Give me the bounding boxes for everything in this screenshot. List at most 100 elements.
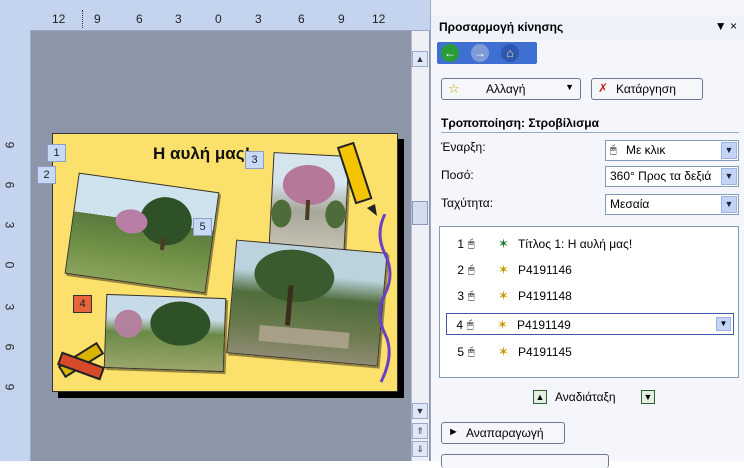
previous-slide-icon[interactable]: ⇑ bbox=[412, 423, 428, 439]
ruler-tick: 12 bbox=[372, 12, 386, 26]
pane-menu-close-icon[interactable]: ▼ × bbox=[715, 19, 737, 33]
play-icon: ► bbox=[448, 426, 459, 438]
ruler-tick: 3 bbox=[2, 303, 17, 311]
star-icon: ☆ bbox=[448, 81, 460, 96]
ruler-tick: 9 bbox=[338, 12, 345, 26]
photo-image[interactable] bbox=[226, 239, 388, 367]
scroll-thumb[interactable] bbox=[412, 201, 428, 225]
speed-label: Ταχύτητα: bbox=[441, 196, 494, 210]
star-icon: ✶ bbox=[498, 262, 509, 277]
item-number: 3 bbox=[457, 289, 464, 303]
chevron-down-icon: ▼ bbox=[721, 196, 737, 213]
remove-icon: ✗ bbox=[598, 81, 609, 95]
remove-button[interactable]: ✗ Κατάργηση bbox=[591, 78, 703, 100]
pane-top-strip bbox=[431, 0, 744, 16]
slide[interactable]: Η αυλή μας! 1 2 3 4 5 bbox=[37, 133, 398, 392]
ruler-tick: 3 bbox=[175, 12, 182, 26]
vertical-ruler: 9 6 3 0 3 6 9 bbox=[0, 30, 31, 461]
animation-tag[interactable]: 1 bbox=[47, 144, 66, 162]
scroll-down-icon[interactable]: ▼ bbox=[412, 403, 428, 419]
garden-image bbox=[114, 301, 211, 346]
animation-tag-selected[interactable]: 4 bbox=[73, 295, 92, 313]
star-icon: ✶ bbox=[497, 317, 508, 332]
ruler-tick: 6 bbox=[298, 12, 305, 26]
mouse-icon: 🖱 bbox=[467, 319, 474, 331]
chevron-down-icon: ▼ bbox=[721, 142, 737, 159]
divider bbox=[441, 132, 739, 133]
slide-show-button[interactable] bbox=[441, 454, 609, 468]
ruler-tick: 0 bbox=[215, 12, 222, 26]
item-label: Τίτλος 1: Η αυλή μας! bbox=[518, 237, 633, 251]
slide-title[interactable]: Η αυλή μας! bbox=[153, 144, 250, 164]
amount-label: Ποσό: bbox=[441, 168, 474, 182]
crayon-icon bbox=[336, 141, 377, 216]
item-label: P4191146 bbox=[518, 263, 572, 277]
remove-button-label: Κατάργηση bbox=[616, 82, 676, 96]
play-button-label: Αναπαραγωγή bbox=[466, 426, 544, 440]
photo-image[interactable] bbox=[103, 293, 227, 373]
chevron-down-icon[interactable]: ▼ bbox=[716, 317, 731, 331]
play-button[interactable]: ► Αναπαραγωγή bbox=[441, 422, 565, 444]
list-item[interactable]: 1 🖱 ✶ Τίτλος 1: Η αυλή μας! bbox=[448, 233, 734, 255]
start-select[interactable]: 🖱 Με κλικ ▼ bbox=[605, 140, 739, 161]
star-icon: ✶ bbox=[498, 236, 509, 251]
ruler-tick: 6 bbox=[136, 12, 143, 26]
amount-select[interactable]: 360° Προς τα δεξιά ▼ bbox=[605, 166, 739, 187]
item-label: P4191148 bbox=[518, 289, 572, 303]
list-item[interactable]: 2 🖱 ✶ P4191146 bbox=[448, 259, 734, 281]
ruler-tick: 12 bbox=[52, 12, 66, 26]
start-label: Έναρξη: bbox=[441, 140, 486, 154]
amount-select-value: 360° Προς τα δεξιά bbox=[610, 169, 712, 183]
change-effect-button[interactable]: ☆ Αλλαγή ▼ bbox=[441, 78, 581, 100]
mouse-icon: 🖱 bbox=[468, 264, 475, 276]
speed-select[interactable]: Μεσαία ▼ bbox=[605, 194, 739, 215]
mouse-icon: 🖱 bbox=[468, 290, 475, 302]
modify-heading: Τροποποίηση: Στροβίλισμα bbox=[441, 116, 600, 130]
home-icon[interactable]: ⌂ bbox=[501, 44, 519, 62]
back-icon[interactable]: ← bbox=[441, 44, 459, 62]
mouse-icon: 🖱 bbox=[468, 238, 475, 250]
move-up-icon[interactable]: ▲ bbox=[533, 390, 547, 404]
mouse-icon: 🖱 bbox=[610, 144, 617, 156]
forward-icon[interactable]: → bbox=[471, 44, 489, 62]
vertical-scrollbar[interactable]: ▲ ▼ ⇑ ⇓ bbox=[411, 31, 429, 461]
speed-select-value: Μεσαία bbox=[610, 197, 650, 211]
scroll-up-icon[interactable]: ▲ bbox=[412, 51, 428, 67]
animation-tag[interactable]: 3 bbox=[245, 151, 264, 169]
ruler-tick: 9 bbox=[2, 141, 17, 149]
star-icon: ✶ bbox=[498, 288, 509, 303]
item-label: P4191145 bbox=[518, 345, 572, 359]
animation-list[interactable]: 1 🖱 ✶ Τίτλος 1: Η αυλή μας! 2 🖱 ✶ P41911… bbox=[439, 226, 739, 378]
wavy-line-icon bbox=[378, 214, 392, 383]
item-number: 2 bbox=[457, 263, 464, 277]
yard-tree-image bbox=[254, 249, 350, 349]
item-number: 4 bbox=[456, 318, 463, 332]
change-button-label: Αλλαγή bbox=[486, 82, 526, 96]
item-number: 5 bbox=[457, 345, 464, 359]
list-item-selected[interactable]: 4 🖱 ✶ P4191149 ▼ bbox=[446, 313, 734, 335]
next-slide-icon[interactable]: ⇓ bbox=[412, 441, 428, 457]
item-number: 1 bbox=[457, 237, 464, 251]
custom-animation-pane: Προσαρμογή κίνησης ▼ × ← → ⌂ ☆ Αλλαγή ▼ … bbox=[430, 0, 744, 468]
reorder-label: Αναδιάταξη bbox=[555, 390, 616, 404]
list-item[interactable]: 3 🖱 ✶ P4191148 bbox=[448, 285, 734, 307]
crayons-icon bbox=[56, 341, 106, 381]
horizontal-ruler: 12 9 6 3 0 3 6 9 12 bbox=[0, 0, 430, 31]
item-label: P4191149 bbox=[517, 318, 571, 332]
ruler-indicator bbox=[82, 10, 83, 28]
ruler-tick: 9 bbox=[2, 383, 17, 391]
ruler-tick: 6 bbox=[2, 181, 17, 189]
animation-tag[interactable]: 2 bbox=[37, 166, 56, 184]
ruler-tick: 3 bbox=[255, 12, 262, 26]
list-item[interactable]: 5 🖱 ✶ P4191145 bbox=[448, 341, 734, 363]
move-down-icon[interactable]: ▼ bbox=[641, 390, 655, 404]
ruler-tick: 9 bbox=[94, 12, 101, 26]
chevron-down-icon: ▼ bbox=[721, 168, 737, 185]
ruler-tick: 3 bbox=[2, 221, 17, 229]
ruler-tick: 6 bbox=[2, 343, 17, 351]
mouse-icon: 🖱 bbox=[468, 346, 475, 358]
start-select-value: Με κλικ bbox=[626, 143, 666, 157]
ruler-tick: 0 bbox=[2, 261, 17, 269]
animation-tag[interactable]: 5 bbox=[193, 218, 212, 236]
pane-title: Προσαρμογή κίνησης bbox=[439, 20, 564, 34]
